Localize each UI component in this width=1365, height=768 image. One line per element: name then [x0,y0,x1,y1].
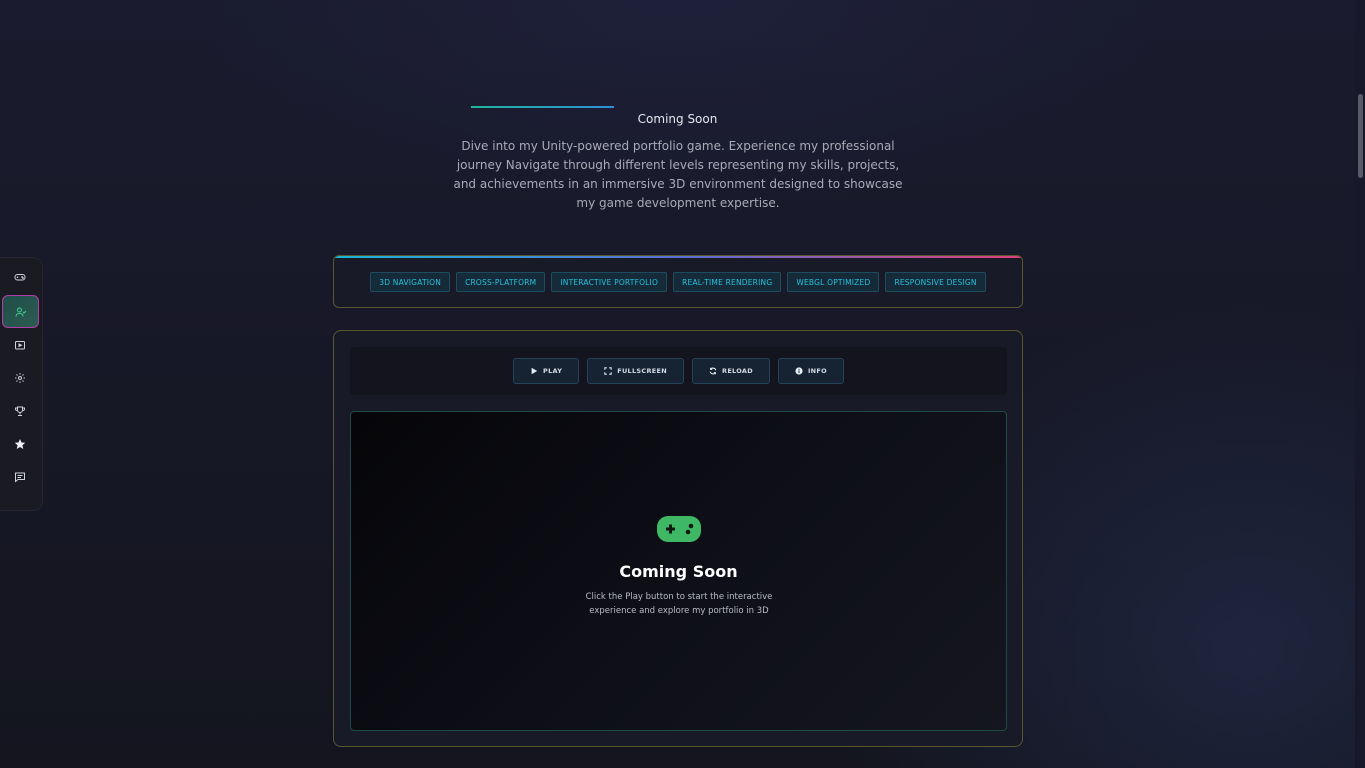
trophy-icon [15,406,25,416]
nav-achievements-button[interactable] [3,396,37,426]
play-icon [531,367,538,375]
feature-tags: 3D NAVIGATION CROSS-PLATFORM INTERACTIVE… [334,272,1022,292]
feature-tag: REAL-TIME RENDERING [673,272,782,292]
scrollbar-thumb[interactable] [1358,94,1363,178]
fullscreen-label: FULLSCREEN [617,367,668,375]
gamepad-icon [657,516,701,542]
play-label: PLAY [543,367,563,375]
page-subtitle: Coming Soon [637,112,718,126]
nav-settings-button[interactable] [3,363,37,393]
star-icon [14,439,26,449]
message-icon [15,472,25,483]
video-icon [15,341,25,350]
user-check-icon [15,307,26,317]
feature-tag: RESPONSIVE DESIGN [885,272,986,292]
reload-label: RELOAD [722,367,753,375]
info-button[interactable]: INFO [777,358,844,384]
side-nav [0,257,43,511]
feature-tag: CROSS-PLATFORM [456,272,546,292]
expand-icon [604,367,612,375]
nav-media-button[interactable] [3,330,37,360]
game-viewport[interactable]: Coming Soon Click the Play button to sta… [350,411,1007,731]
nav-favorites-button[interactable] [3,429,37,459]
nav-resume-button[interactable] [2,295,39,328]
fullscreen-button[interactable]: FULLSCREEN [587,358,685,384]
feature-tag: WEBGL OPTIMIZED [787,272,880,292]
gamepad-icon [14,274,26,281]
page-scrollbar[interactable] [1355,0,1365,768]
page-title: INTERACTIVE RESUME EXPERIENCE [0,62,1355,106]
feature-tag: 3D NAVIGATION [370,272,451,292]
nav-games-button[interactable] [3,262,37,292]
title-underline [471,106,614,108]
features-panel: 3D NAVIGATION CROSS-PLATFORM INTERACTIVE… [333,255,1023,308]
reload-button[interactable]: RELOAD [692,358,770,384]
refresh-icon [709,367,717,375]
page-description: Dive into my Unity-powered portfolio gam… [453,139,903,210]
feature-tag: INTERACTIVE PORTFOLIO [551,272,668,292]
info-icon [795,367,803,375]
viewport-title: Coming Soon [619,562,738,581]
nav-contact-button[interactable] [3,462,37,492]
game-toolbar: PLAY FULLSCREEN RELOAD INFO [350,347,1007,395]
game-panel: PLAY FULLSCREEN RELOAD INFO Coming Soon … [333,330,1023,747]
gear-icon [15,373,25,383]
viewport-text: Click the Play button to start the inter… [585,592,773,616]
play-button[interactable]: PLAY [513,358,580,384]
info-label: INFO [807,367,827,375]
